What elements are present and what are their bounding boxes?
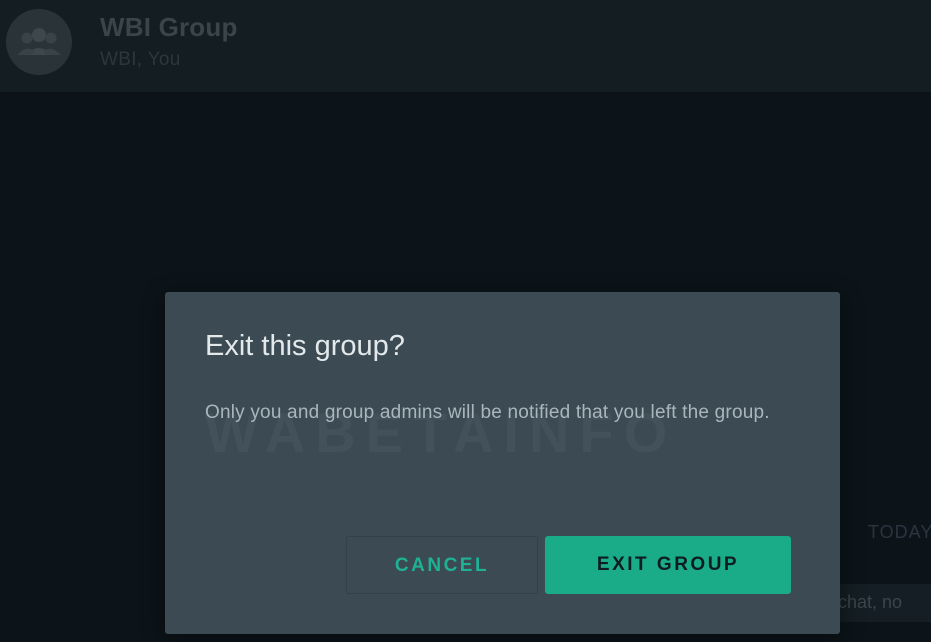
exit-group-button[interactable]: EXIT GROUP <box>545 536 791 594</box>
group-avatar[interactable] <box>6 9 72 75</box>
group-name: WBI Group <box>100 12 238 42</box>
chat-header[interactable]: WBI Group WBI, You <box>0 0 931 92</box>
group-icon <box>17 28 61 55</box>
exit-group-dialog: WABETAINFO Exit this group? Only you and… <box>165 292 840 634</box>
chat-window: WBI Group WBI, You TODAY chat, no WABETA… <box>0 0 931 642</box>
system-message-text: chat, no <box>838 592 903 612</box>
dialog-title: Exit this group? <box>205 330 405 362</box>
group-members: WBI, You <box>100 49 181 70</box>
dialog-message: Only you and group admins will be notifi… <box>205 402 770 423</box>
cancel-button[interactable]: CANCEL <box>346 536 538 594</box>
date-chip: TODAY <box>868 522 931 542</box>
